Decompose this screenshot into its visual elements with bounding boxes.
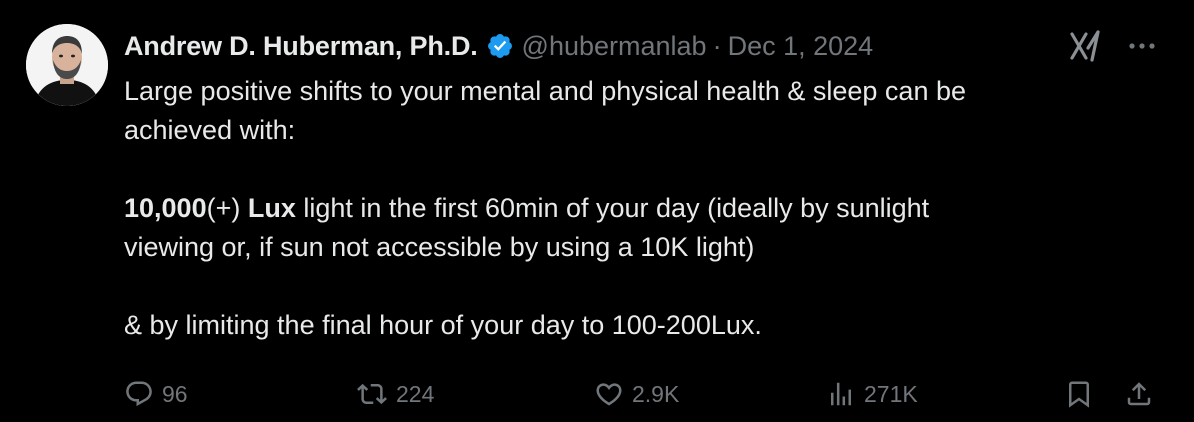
- tweet-text-span: light in the first 60min of your day (id…: [295, 193, 930, 223]
- share-icon: [1127, 382, 1151, 406]
- reply-icon: [126, 381, 152, 407]
- tweet-card: Andrew D. Huberman, Ph.D. @hubermanlab ·…: [0, 0, 1194, 422]
- like-button[interactable]: 2.9K: [594, 374, 679, 414]
- verified-badge-icon[interactable]: [486, 32, 514, 60]
- repost-button[interactable]: 224: [356, 374, 434, 414]
- share-button[interactable]: [1124, 374, 1154, 414]
- views-chart-icon: [831, 382, 851, 406]
- portrait-avatar-icon: [26, 24, 108, 106]
- repost-count: 224: [396, 380, 435, 407]
- bold-text: 10,000: [124, 193, 207, 223]
- like-count: 2.9K: [632, 380, 680, 407]
- tweet-actions-bar: 96 224 2.9K 271K: [120, 374, 1164, 414]
- reply-button[interactable]: 96: [124, 374, 188, 414]
- tweet-line: viewing or, if sun not accessible by usi…: [124, 232, 755, 262]
- tweet-line: Large positive shifts to your mental and…: [124, 76, 966, 106]
- views-count: 271K: [864, 380, 918, 407]
- more-options-icon[interactable]: [1124, 30, 1160, 62]
- author-handle[interactable]: @hubermanlab: [522, 31, 707, 62]
- repost-icon: [357, 383, 387, 405]
- heart-icon: [596, 383, 622, 406]
- grok-icon[interactable]: [1066, 28, 1106, 64]
- tweet-line: 10,000(+) Lux light in the first 60min o…: [124, 189, 1134, 228]
- author-avatar[interactable]: [26, 24, 108, 106]
- tweet-line: & by limiting the final hour of your day…: [124, 310, 762, 340]
- tweet-header: Andrew D. Huberman, Ph.D. @hubermanlab ·…: [124, 28, 873, 64]
- tweet-text-span: (+): [206, 193, 248, 223]
- tweet-blank-line: [124, 150, 1134, 189]
- reply-count: 96: [162, 380, 188, 407]
- tweet-blank-line: [124, 267, 1134, 306]
- tweet-text: Large positive shifts to your mental and…: [124, 72, 1134, 345]
- bookmark-icon: [1069, 381, 1089, 408]
- tweet-line: achieved with:: [124, 115, 296, 145]
- header-separator: ·: [712, 30, 722, 61]
- bold-text: Lux: [247, 193, 296, 223]
- bookmark-button[interactable]: [1064, 374, 1094, 414]
- author-name[interactable]: Andrew D. Huberman, Ph.D.: [124, 31, 478, 62]
- views-button[interactable]: 271K: [826, 374, 918, 414]
- tweet-date[interactable]: Dec 1, 2024: [728, 31, 874, 62]
